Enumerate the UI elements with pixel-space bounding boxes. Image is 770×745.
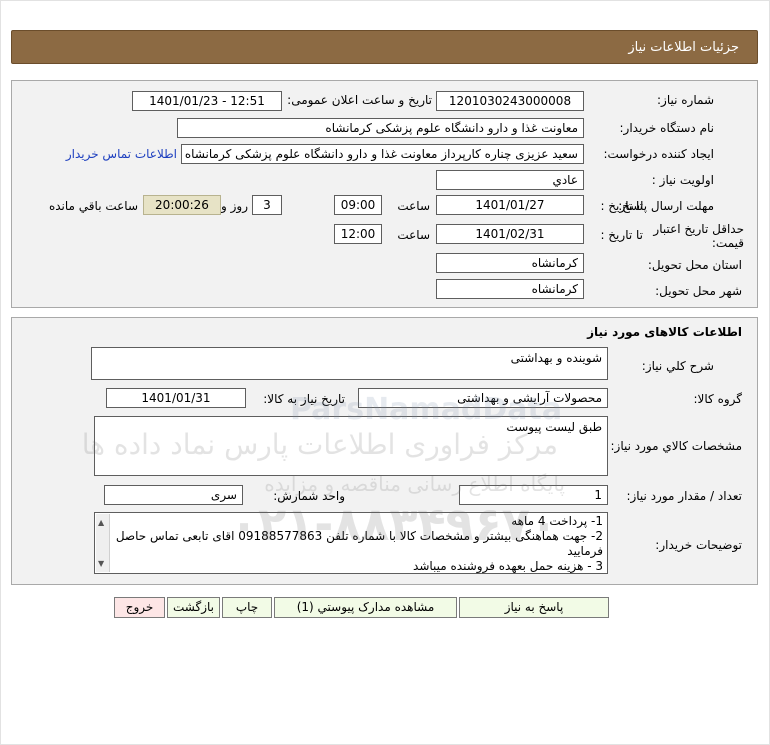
deadline-date-field: 1401/01/27 [436,195,584,215]
creator-label: ایجاد کننده درخواست: [603,147,714,161]
scroll-down-icon[interactable]: ▼ [98,556,104,571]
quantity-label: تعداد / مقدار مورد نیاز: [626,489,742,503]
summary-field: شوینده و بهداشتی [91,347,608,380]
remaining-label: ساعت باقي مانده [48,199,138,213]
announce-label: تاریخ و ساعت اعلان عمومی: [287,93,432,107]
need-info-panel [11,80,758,308]
need-date-field: 1401/01/31 [106,388,246,408]
buyer-notes-label: توضیحات خریدار: [655,538,742,552]
city-field: کرمانشاه [436,279,584,299]
note-line-3: 3 - هزینه حمل بعهده فروشنده میباشد [413,559,603,573]
scroll-up-icon[interactable]: ▲ [98,515,104,530]
days-label: روز و [221,199,248,213]
note-line-2: 2- جهت هماهنگی بیشتر و مشخصات کالا با شم… [115,529,603,558]
need-number-field: 1201030243000008 [436,91,584,111]
province-field: کرمانشاه [436,253,584,273]
note-line-1: 1- پرداخت 4 ماهه [511,514,603,528]
validity-to-date-label: تا تاریخ : [600,228,643,242]
deadline-time-label: ساعت [397,199,430,213]
reply-button[interactable]: پاسخ به نیاز [459,597,609,618]
need-number-label: شماره نیاز: [657,93,714,107]
validity-time-field: 12:00 [334,224,382,244]
deadline-to-date-label: تا تاریخ : [600,199,643,213]
remaining-time-field: 20:00:26 [143,195,221,215]
validity-date-field: 1401/02/31 [436,224,584,244]
page-header: جزئیات اطلاعات نیاز [11,30,758,64]
priority-field: عادي [436,170,584,190]
exit-button[interactable]: خروج [114,597,165,618]
announce-datetime-field: 1401/01/23 - 12:51 [132,91,282,111]
goods-panel-title: اطلاعات کالاهای مورد نیاز [587,325,742,339]
specs-label: مشخصات کالاي مورد نیاز: [610,439,742,453]
unit-label: واحد شمارش: [273,489,345,503]
page-title: جزئیات اطلاعات نیاز [628,40,739,55]
buyer-field: معاونت غذا و دارو دانشگاه علوم پزشکی کرم… [177,118,584,138]
unit-field: سری [104,485,243,505]
validity-label-line2: قیمت: [711,236,744,250]
specs-field: طبق لیست پیوست [94,416,608,476]
buyer-notes-textarea[interactable]: ▲ ▼ 1- پرداخت 4 ماهه 2- جهت هماهنگی بیشت… [94,512,608,574]
validity-label-line1: حداقل تاریخ اعتبار [653,222,744,236]
group-label: گروه کالا: [693,392,743,406]
group-field: محصولات آرایشی و بهداشتی [358,388,608,408]
validity-time-label: ساعت [397,228,430,242]
buyer-contact-link[interactable]: اطلاعات تماس خریدار [66,147,177,161]
province-label: استان محل تحویل: [647,258,742,272]
priority-label: اولویت نیاز : [651,173,714,187]
days-remaining-field: 3 [252,195,282,215]
deadline-time-field: 09:00 [334,195,382,215]
back-button[interactable]: بازگشت [167,597,220,618]
notes-scrollbar[interactable]: ▲ ▼ [96,514,110,572]
summary-label: شرح کلي نیاز: [641,359,714,373]
city-label: شهر محل تحویل: [655,284,742,298]
buyer-label: نام دستگاه خریدار: [619,121,715,135]
print-button[interactable]: چاپ [222,597,272,618]
quantity-field: 1 [459,485,608,505]
need-date-label: تاریخ نیاز به کالا: [263,392,345,406]
view-attachments-button[interactable]: مشاهده مدارک پیوستي (1) [274,597,457,618]
creator-field: سعید عزیزی چناره کارپرداز معاونت غذا و د… [181,144,584,164]
